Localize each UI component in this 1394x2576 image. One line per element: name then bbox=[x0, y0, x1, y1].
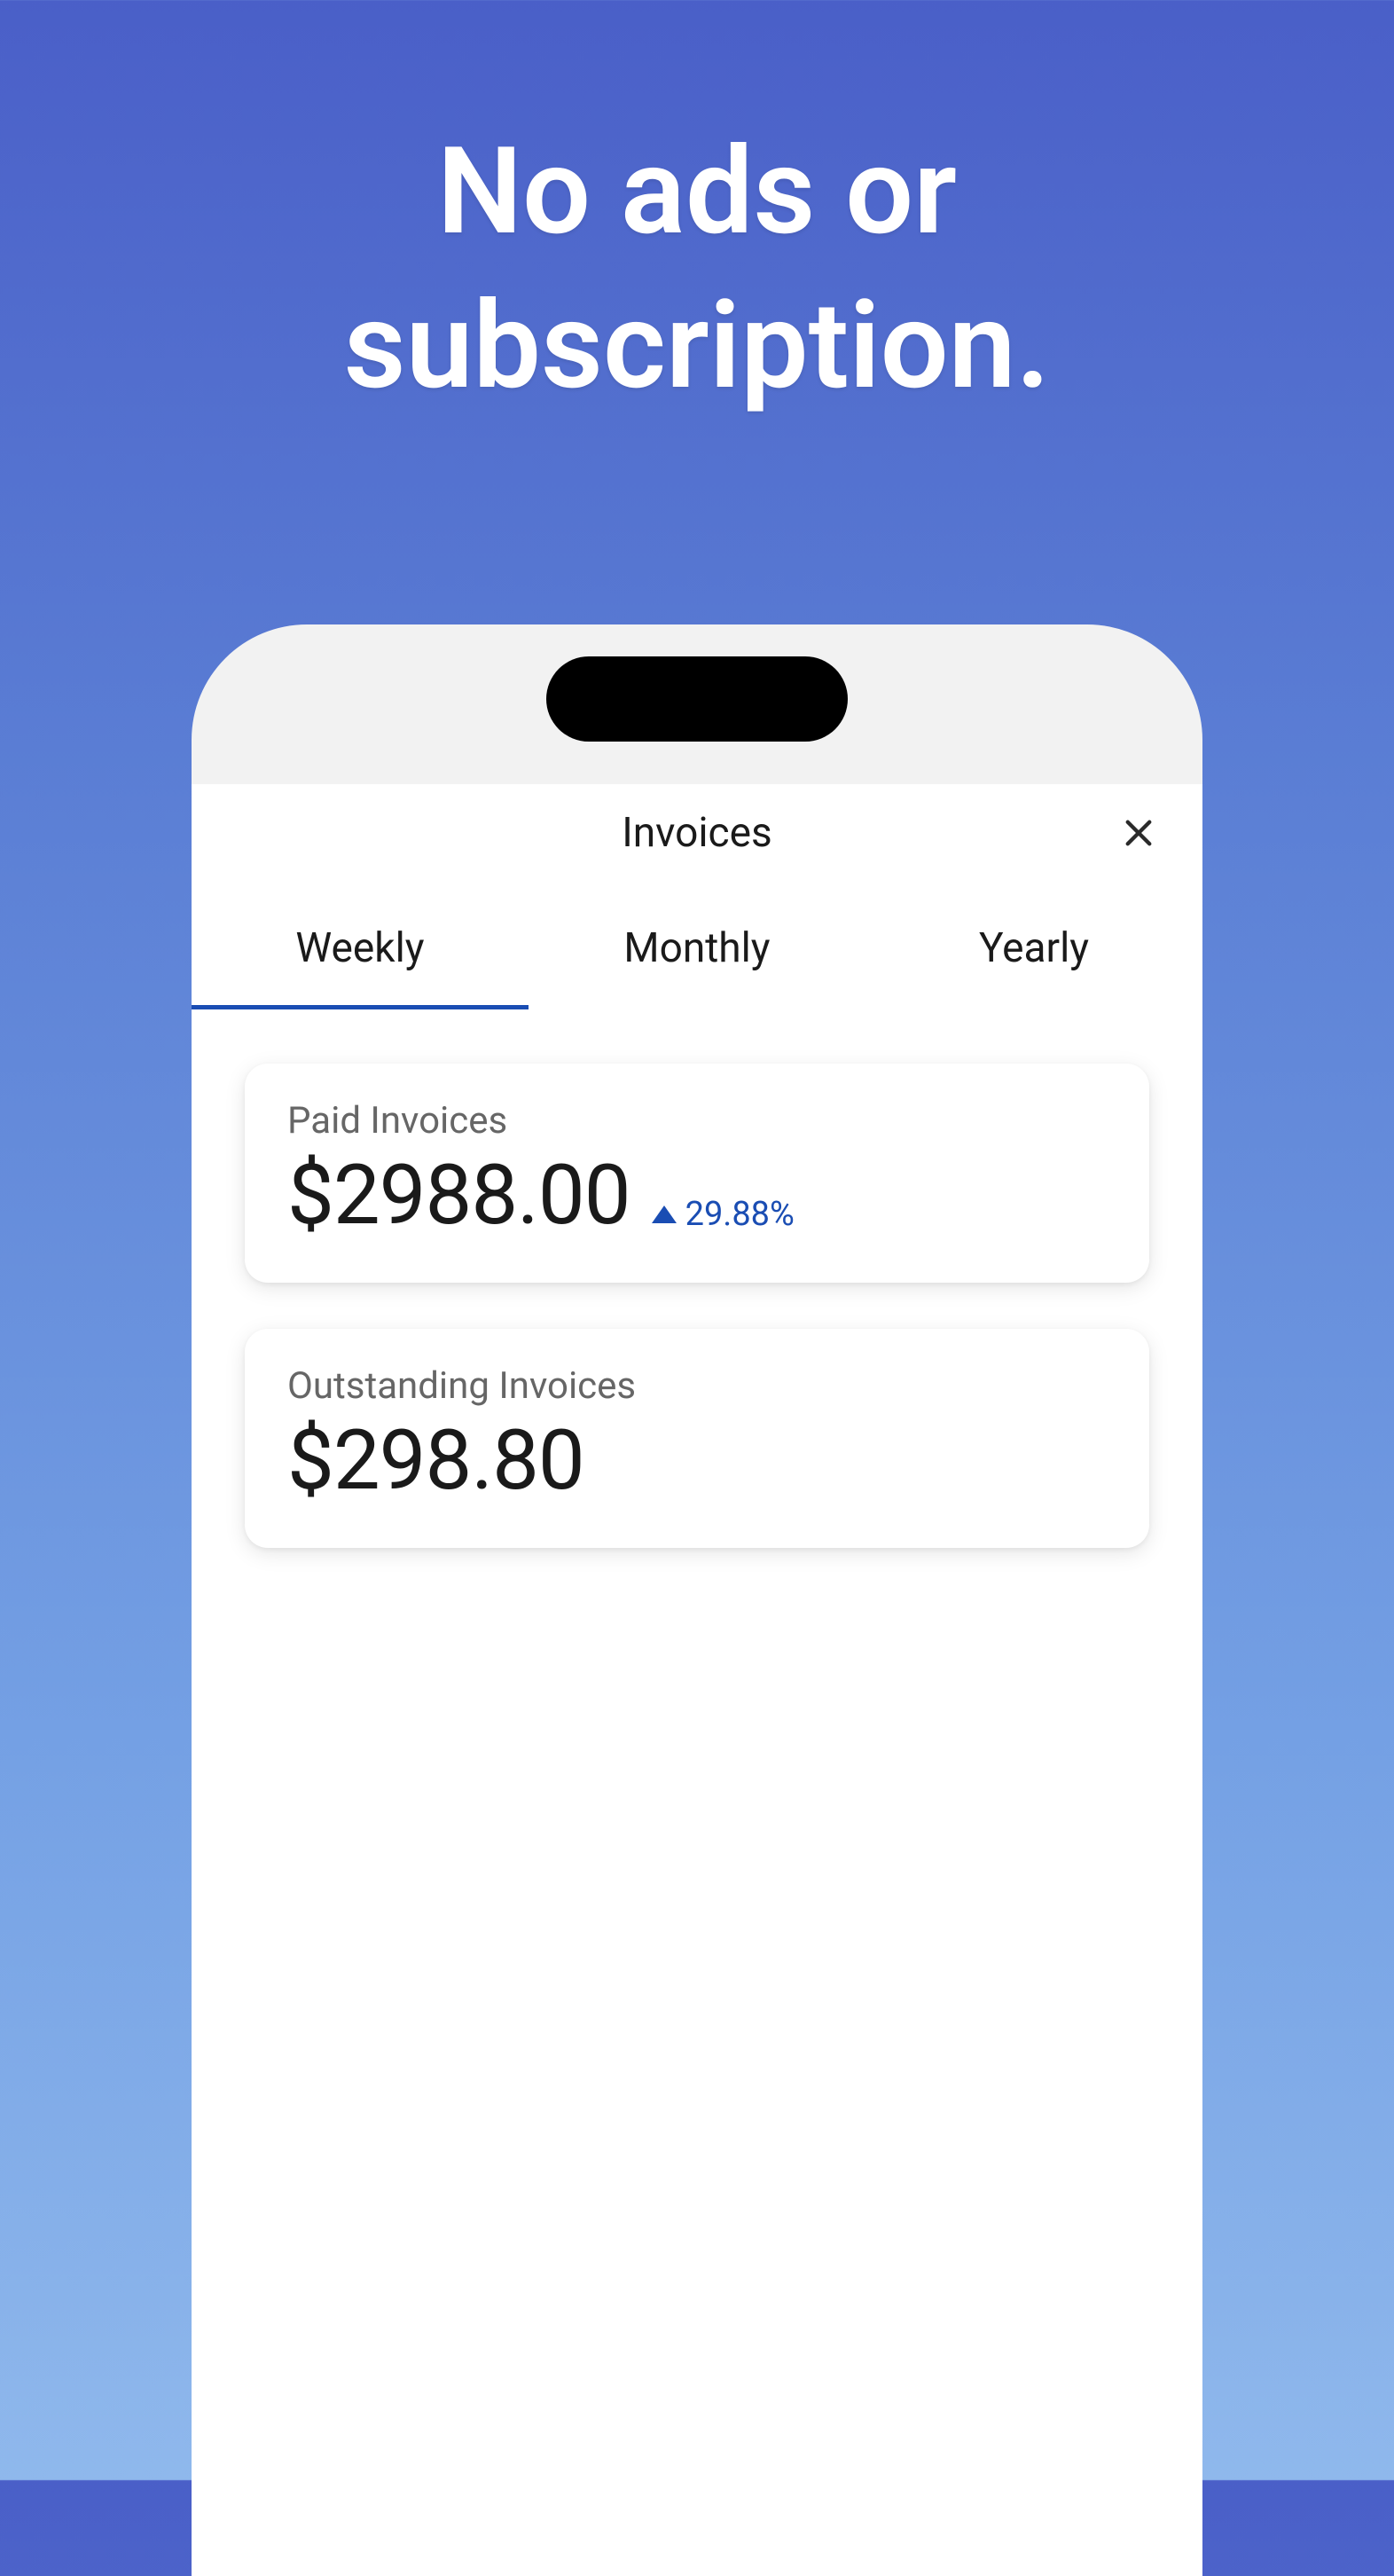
card-value: $2988.00 bbox=[287, 1146, 630, 1244]
card-change: 29.88% bbox=[652, 1195, 795, 1234]
card-value-row: $298.80 bbox=[287, 1411, 1107, 1509]
hero-line-1: No ads or bbox=[0, 115, 1394, 270]
card-change-percent: 29.88% bbox=[685, 1195, 795, 1234]
card-label: Paid Invoices bbox=[287, 1099, 1107, 1143]
dynamic-island bbox=[546, 656, 848, 742]
card-value: $298.80 bbox=[287, 1411, 584, 1509]
card-value-row: $2988.00 29.88% bbox=[287, 1146, 1107, 1244]
tab-monthly[interactable]: Monthly bbox=[529, 924, 865, 1009]
tab-yearly[interactable]: Yearly bbox=[865, 924, 1202, 1009]
tabs-container: Weekly Monthly Yearly bbox=[192, 882, 1202, 1010]
app-content: Invoices Weekly Monthly Yearly bbox=[192, 784, 1202, 2576]
tab-label: Monthly bbox=[623, 924, 770, 972]
hero-line-2: subscription. bbox=[0, 270, 1394, 424]
page-title: Invoices bbox=[622, 809, 772, 857]
paid-invoices-card[interactable]: Paid Invoices $2988.00 29.88% bbox=[245, 1064, 1149, 1283]
tab-weekly[interactable]: Weekly bbox=[192, 924, 529, 1009]
close-button[interactable] bbox=[1117, 812, 1160, 854]
app-header: Invoices bbox=[192, 784, 1202, 882]
close-icon bbox=[1120, 814, 1157, 852]
card-label: Outstanding Invoices bbox=[287, 1364, 1107, 1408]
tab-label: Yearly bbox=[979, 924, 1089, 972]
tab-label: Weekly bbox=[295, 924, 424, 972]
outstanding-invoices-card[interactable]: Outstanding Invoices $298.80 bbox=[245, 1329, 1149, 1548]
cards-container: Paid Invoices $2988.00 29.88% Outstandin… bbox=[192, 1010, 1202, 1548]
triangle-up-icon bbox=[652, 1206, 677, 1223]
hero-text: No ads or subscription. bbox=[0, 0, 1394, 424]
phone-frame: Invoices Weekly Monthly Yearly bbox=[192, 624, 1202, 2576]
